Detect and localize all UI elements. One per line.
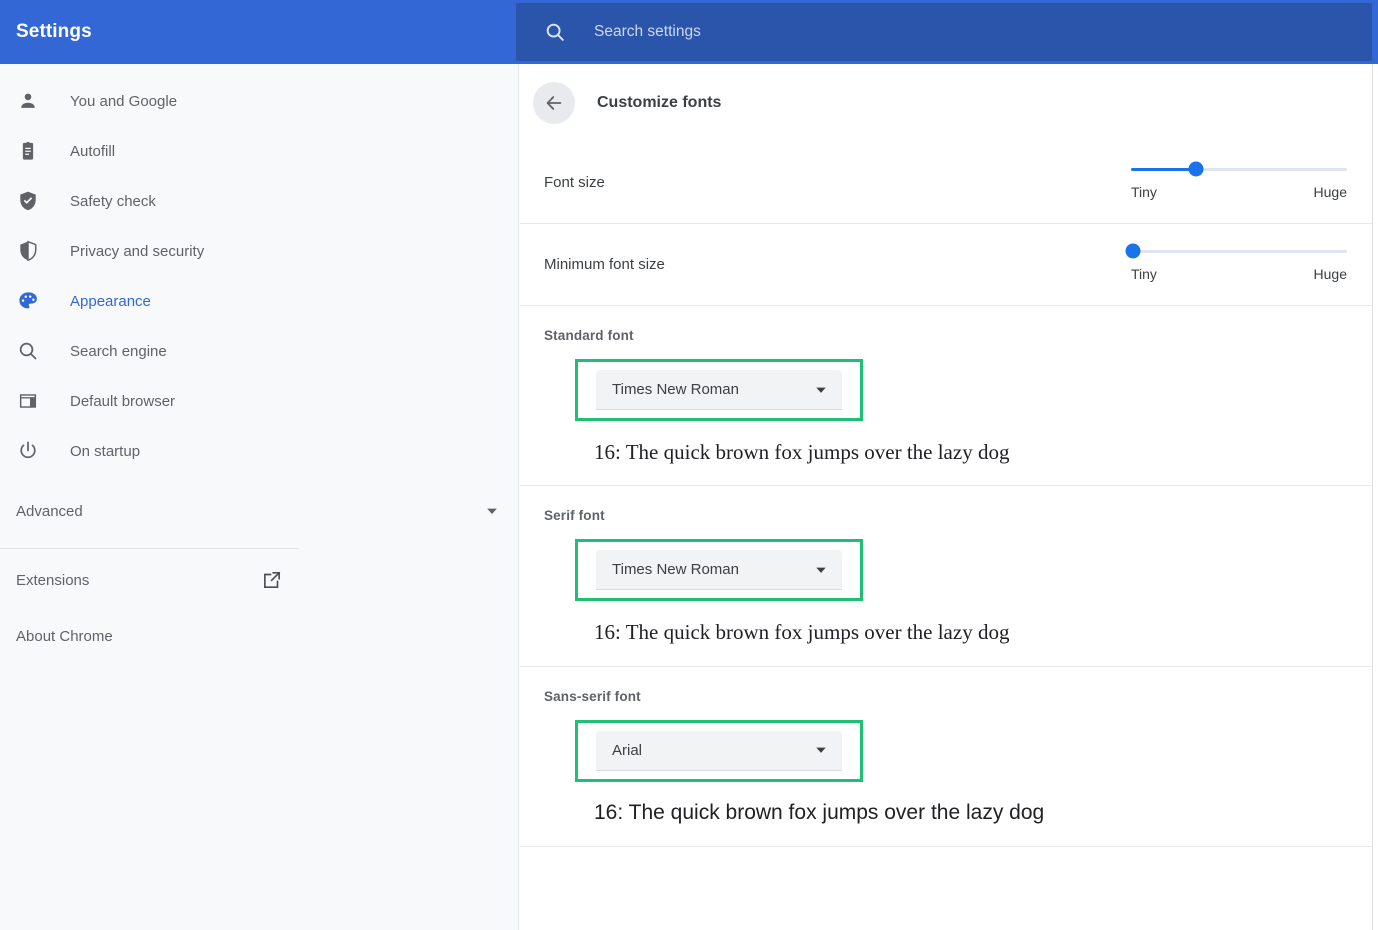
sidebar-item-label: Safety check	[70, 192, 156, 210]
standard-font-sample: 16: The quick brown fox jumps over the l…	[594, 440, 1010, 464]
sidebar-item-extensions[interactable]: Extensions	[0, 555, 299, 605]
page-header: Customize fonts	[520, 64, 1372, 142]
sidebar-item-label: Default browser	[70, 392, 176, 410]
standard-font-value: Times New Roman	[612, 381, 739, 398]
sans-serif-font-value: Arial	[612, 741, 643, 759]
standard-font-label: Standard font	[544, 328, 634, 343]
sidebar-item-appearance[interactable]: Appearance	[0, 276, 518, 326]
slider-end-labels: Tiny Huge	[1131, 184, 1347, 200]
chevron-down-icon	[482, 501, 502, 521]
chevron-down-icon	[814, 563, 828, 577]
font-size-slider[interactable]: Tiny Huge	[1131, 161, 1347, 200]
clipboard-icon	[16, 139, 40, 163]
page-title: Customize fonts	[597, 94, 722, 111]
setting-row-serif-font: Serif font Times New Roman 16: The quick…	[520, 486, 1372, 665]
serif-font-label: Serif font	[544, 508, 605, 524]
sidebar-item-safety-check[interactable]: Safety check	[0, 176, 518, 226]
sidebar-item-label: About Chrome	[16, 627, 113, 645]
sidebar-item-autofill[interactable]: Autofill	[0, 126, 518, 176]
shield-check-icon	[16, 189, 40, 213]
sidebar-item-label: On startup	[70, 442, 141, 460]
top-bar: Settings Search settings	[0, 0, 1378, 64]
slider-min-label: Tiny	[1131, 183, 1157, 200]
minimum-font-size-slider[interactable]: Tiny Huge	[1125, 243, 1347, 282]
sidebar-item-label: Autofill	[70, 142, 116, 160]
setting-row-minimum-font-size: Minimum font size Tiny Huge	[520, 224, 1372, 305]
sidebar-divider	[0, 548, 299, 549]
shield-icon	[16, 239, 40, 263]
external-link-icon	[261, 569, 283, 591]
sidebar-item-search-engine[interactable]: Search engine	[0, 326, 518, 376]
slider-max-label: Huge	[1313, 265, 1347, 282]
search-icon	[16, 339, 40, 363]
slider-thumb[interactable]	[1125, 243, 1141, 259]
sidebar-item-default-browser[interactable]: Default browser	[0, 376, 518, 426]
sidebar-advanced-toggle[interactable]: Advanced	[0, 486, 518, 536]
setting-row-standard-font: Standard font Times New Roman 16: The qu…	[520, 306, 1372, 485]
slider-min-label: Tiny	[1131, 265, 1157, 282]
sidebar: You and Google Autofill Safety check Pri…	[0, 64, 519, 930]
standard-font-highlight: Times New Roman	[575, 359, 863, 421]
search-placeholder: Search settings	[594, 23, 701, 40]
sidebar-item-privacy-and-security[interactable]: Privacy and security	[0, 226, 518, 276]
sidebar-item-label: Privacy and security	[70, 242, 205, 260]
serif-font-highlight: Times New Roman	[575, 539, 863, 602]
back-button[interactable]	[533, 82, 575, 124]
slider-track[interactable]	[1131, 161, 1347, 177]
sidebar-item-label: You and Google	[70, 92, 178, 110]
sans-serif-font-label: Sans-serif font	[544, 688, 641, 704]
sidebar-advanced-label: Advanced	[16, 502, 83, 520]
main-content: Customize fonts Font size Tiny Huge Mini…	[520, 64, 1373, 930]
person-icon	[16, 89, 40, 113]
slider-end-labels: Tiny Huge	[1131, 266, 1347, 282]
font-size-label: Font size	[544, 174, 605, 191]
palette-icon	[16, 289, 40, 313]
slider-track[interactable]	[1125, 243, 1347, 259]
sidebar-item-label: Extensions	[16, 571, 90, 589]
arrow-left-icon	[543, 92, 565, 114]
settings-window: Settings Search settings You and Google	[0, 0, 1378, 930]
sidebar-item-you-and-google[interactable]: You and Google	[0, 76, 518, 126]
standard-font-dropdown[interactable]: Times New Roman	[596, 370, 842, 410]
app-title: Settings	[16, 21, 92, 42]
slider-thumb[interactable]	[1188, 161, 1204, 177]
slider-fill	[1131, 167, 1196, 171]
browser-window-icon	[16, 389, 40, 413]
chevron-down-icon	[814, 383, 828, 397]
sidebar-item-label: Search engine	[70, 342, 167, 360]
search-input[interactable]: Search settings	[516, 3, 1372, 61]
setting-row-sans-serif-font: Sans-serif font Arial 16: The quick brow…	[520, 667, 1372, 846]
sidebar-item-about-chrome[interactable]: About Chrome	[0, 611, 299, 661]
serif-font-value: Times New Roman	[612, 561, 739, 579]
chevron-down-icon	[814, 743, 828, 757]
serif-font-dropdown[interactable]: Times New Roman	[596, 550, 842, 591]
serif-font-sample: 16: The quick brown fox jumps over the l…	[594, 620, 1010, 645]
sans-serif-font-highlight: Arial	[575, 719, 863, 782]
search-icon	[544, 21, 566, 43]
minimum-font-size-label: Minimum font size	[544, 256, 665, 273]
slider-max-label: Huge	[1313, 183, 1347, 200]
search-bar-container: Search settings	[516, 0, 1378, 64]
sans-serif-font-sample: 16: The quick brown fox jumps over the l…	[594, 800, 1045, 824]
sans-serif-font-dropdown[interactable]: Arial	[596, 730, 842, 771]
setting-row-font-size: Font size Tiny Huge	[520, 142, 1372, 223]
sidebar-item-label: Appearance	[70, 292, 151, 310]
power-icon	[16, 439, 40, 463]
sidebar-item-on-startup[interactable]: On startup	[0, 426, 518, 476]
divider	[520, 845, 1372, 847]
